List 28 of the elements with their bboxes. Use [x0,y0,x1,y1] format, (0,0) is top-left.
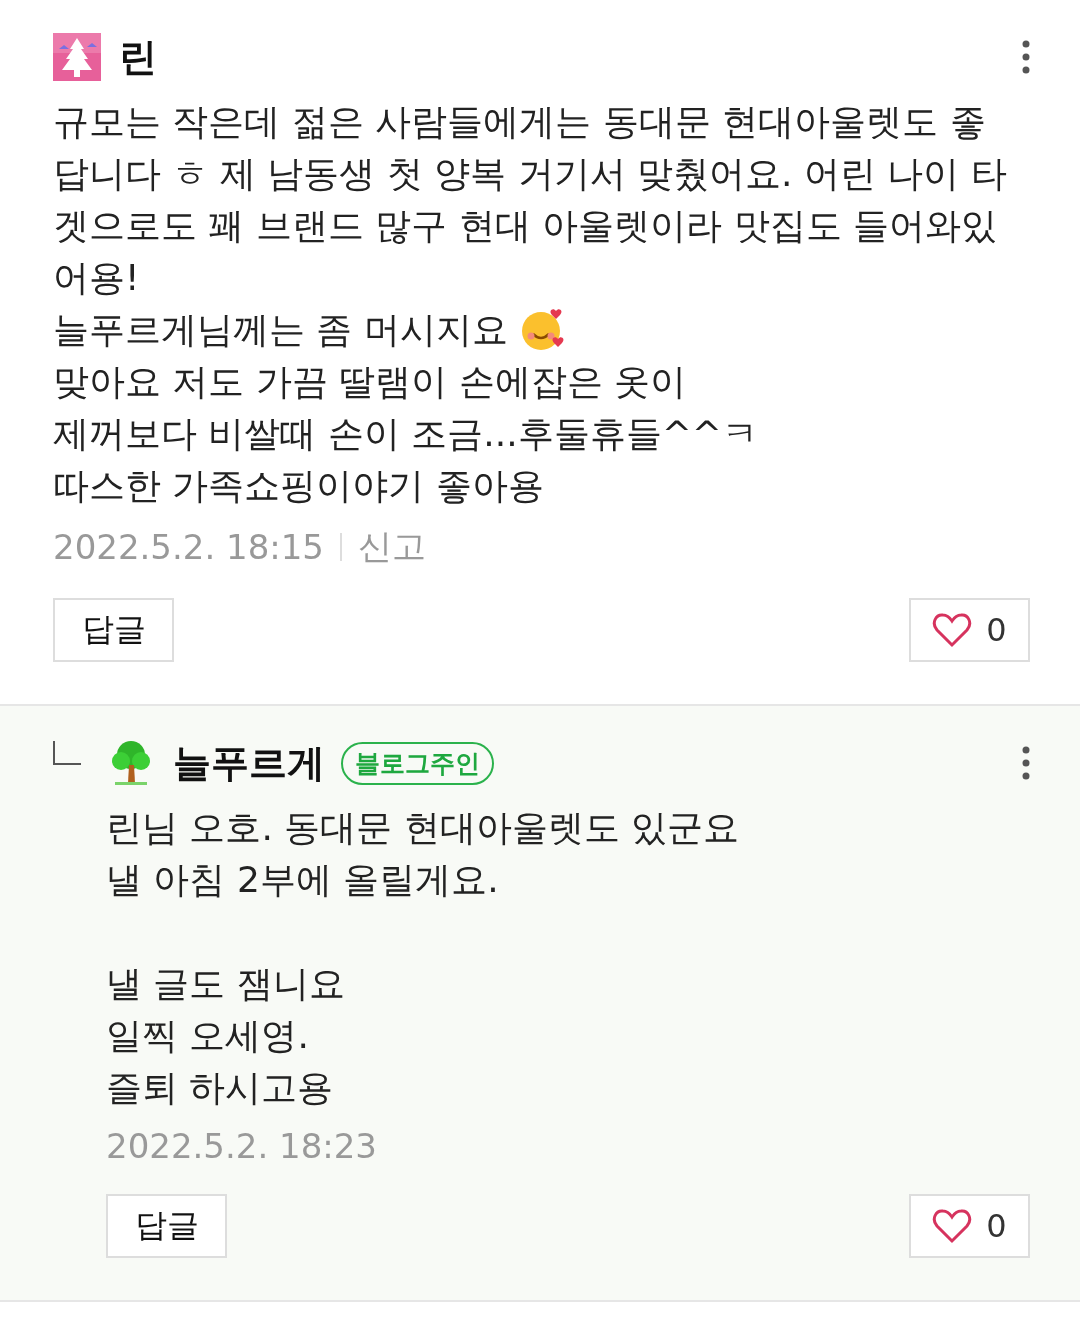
comment-text: 일찍 오세영. [106,1014,309,1058]
comment-text: 따스한 가족쇼핑이야기 좋아용 [53,464,544,508]
more-options-icon[interactable] [1022,746,1030,780]
comment-text: 겟으로도 꽤 브랜드 많구 현대 아울렛이라 맛집도 들어와있 [53,204,998,248]
comment-timestamp: 2022.5.2. 18:23 [106,1126,377,1166]
comment-text: 제꺼보다 비쌀때 손이 조금...후둘휴들^^ㅋ [53,412,758,456]
comment-text: 즐퇴 하시고용 [106,1066,334,1110]
heart-icon [932,1208,973,1244]
heart-icon [932,612,973,648]
owner-badge: 블로그주인 [341,741,494,785]
comment-text: 린님 오호. 동대문 현대아울렛도 있군요 [106,806,740,850]
reply-button[interactable]: 답글 [106,1194,227,1258]
more-options-icon[interactable] [1022,40,1030,74]
reply-button[interactable]: 답글 [53,598,174,662]
comment-text: 답니다 ㅎ 제 남동생 첫 양복 거기서 맞췄어요. 어린 나이 타 [53,152,1007,196]
comment-text: 늘푸르게님께는 좀 머시지요 [53,308,508,352]
comment-timestamp: 2022.5.2. 18:15 [53,527,324,567]
reply-indicator-icon [53,741,81,765]
comment-text: 낼 아침 2부에 올릴게요. [106,858,499,902]
tree-avatar-icon [53,33,101,81]
author-name: 늘푸르게 [173,739,325,787]
comment-text: 맞아요 저도 가끔 딸램이 손에잡은 옷이 [53,360,687,404]
like-button[interactable]: 0 [909,598,1030,662]
comment-text: 규모는 작은데 젊은 사람들에게는 동대문 현대아울렛도 좋 [53,100,986,144]
comment-text: 어용! [53,256,140,300]
comment-text: 낼 글도 잼니요 [106,962,345,1006]
author-name: 린 [119,33,157,81]
like-button[interactable]: 0 [909,1194,1030,1258]
